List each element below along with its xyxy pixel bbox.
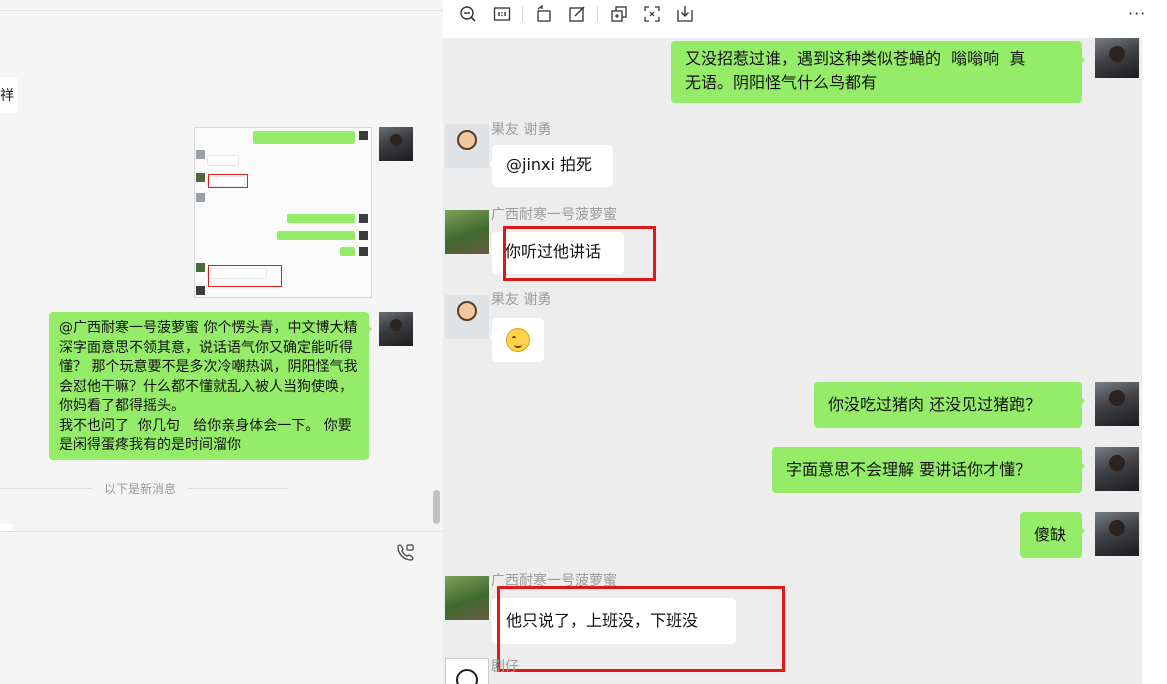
chat-scrollbar[interactable] xyxy=(433,490,440,524)
edit-icon[interactable] xyxy=(567,4,587,24)
red-highlight-box xyxy=(497,586,785,672)
sender-avatar xyxy=(445,210,489,254)
mini-avatar xyxy=(196,173,205,182)
mini-green-bubble xyxy=(253,131,355,144)
mini-avatar xyxy=(196,193,205,202)
mini-highlight-box xyxy=(208,174,248,188)
sender-avatar xyxy=(445,658,489,684)
video-call-icon[interactable] xyxy=(396,542,416,562)
new-messages-divider-line xyxy=(0,488,92,489)
toolbar-separator xyxy=(522,6,523,22)
rotate-icon[interactable] xyxy=(534,4,554,24)
long-reply-message: @广西耐寒一号菠萝蜜 你个愣头青，中文博大精深字面意思不领其意，说话语气你又确定… xyxy=(49,312,372,460)
mini-highlight-box xyxy=(208,265,282,287)
viewer-right-gutter xyxy=(1142,38,1167,684)
new-messages-divider-label: 以下是新消息 xyxy=(104,482,177,496)
mini-green-bubble xyxy=(277,231,355,240)
cut-off-message-text: 祥 xyxy=(0,88,14,104)
smile-emoji-icon xyxy=(506,328,530,352)
red-highlight-box xyxy=(503,226,656,281)
mini-green-bubble xyxy=(287,214,355,223)
self-message-bubble: 你没吃过猪肉 还没见过猪跑？ xyxy=(814,382,1085,428)
self-message-bubble: 又没招惹过谁，遇到这种类似苍蝇的 嗡嗡响 真 无语。阴阳怪气什么鸟都有 xyxy=(671,41,1085,103)
cut-off-message-bubble: 祥 xyxy=(0,77,18,113)
download-icon[interactable] xyxy=(675,4,695,24)
self-avatar xyxy=(1095,512,1139,556)
other-message-bubble: @jinxi 拍死 xyxy=(489,145,613,187)
self-message-bubble: 傻缺 xyxy=(1020,512,1085,558)
sender-name: 果友 谢勇 xyxy=(491,122,552,138)
screenshot-icon[interactable] xyxy=(642,4,662,24)
mini-avatar xyxy=(359,214,368,223)
toolbar-separator xyxy=(597,6,598,22)
mini-avatar xyxy=(196,150,205,159)
sender-avatar xyxy=(445,124,489,168)
self-avatar xyxy=(1095,38,1139,78)
actual-size-icon[interactable] xyxy=(492,4,512,24)
image-message-thumbnail[interactable] xyxy=(194,127,372,298)
mini-avatar xyxy=(359,231,368,240)
sender-name: 剧仔 xyxy=(491,659,519,675)
zoom-out-icon[interactable] xyxy=(458,4,478,24)
mini-green-bubble xyxy=(340,247,355,256)
copy-icon[interactable] xyxy=(609,4,629,24)
self-avatar[interactable] xyxy=(379,127,413,161)
self-avatar[interactable] xyxy=(379,312,413,346)
mini-avatar xyxy=(359,247,368,256)
sender-name: 广西耐寒一号菠萝蜜 xyxy=(491,207,617,223)
panel-top-divider xyxy=(0,10,443,11)
self-avatar xyxy=(1095,447,1139,491)
left-chat-panel: 祥 @广西耐寒一号菠萝蜜 你个愣头青，中文博大精深字面意思不领其意，说话语气你又… xyxy=(0,0,443,684)
message-input-area[interactable] xyxy=(0,532,443,684)
image-viewer-toolbar xyxy=(443,0,1167,38)
new-messages-divider-line xyxy=(188,488,288,489)
sender-name: 果友 谢勇 xyxy=(491,292,552,308)
mini-avatar xyxy=(196,286,205,295)
other-message-bubble xyxy=(489,318,544,362)
self-avatar xyxy=(1095,382,1139,426)
mini-avatar xyxy=(196,263,205,272)
chat-screenshot-view: 又没招惹过谁，遇到这种类似苍蝇的 嗡嗡响 真 无语。阴阳怪气什么鸟都有 果友 谢… xyxy=(443,38,1142,684)
mini-avatar xyxy=(359,131,368,140)
more-icon[interactable]: ··· xyxy=(1128,6,1150,22)
sender-avatar xyxy=(445,295,489,339)
mini-white-bubble xyxy=(207,155,239,166)
self-message-bubble: 字面意思不会理解 要讲话你才懂？ xyxy=(772,447,1085,493)
sender-avatar xyxy=(445,576,489,620)
